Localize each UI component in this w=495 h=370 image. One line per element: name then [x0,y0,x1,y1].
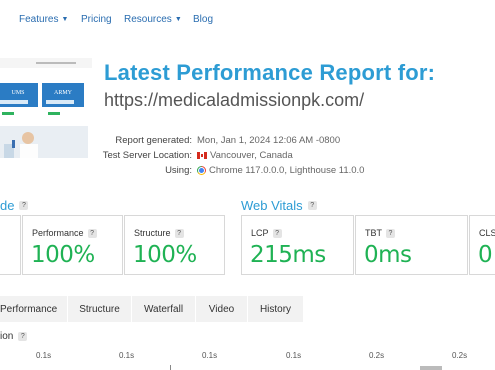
tab-performance[interactable]: Performance [0,296,68,322]
help-icon[interactable]: ? [386,228,395,238]
generated-label: Report generated: [115,135,192,146]
grade-heading: de ? [0,198,29,213]
nav-blog-label: Blog [193,14,214,25]
using-label: Using: [165,165,192,176]
site-screenshot-image: UMS ARMY [0,58,92,158]
location-label: Test Server Location: [102,150,192,161]
nav-resources[interactable]: Resources ▼ [124,14,182,25]
timeline-tick: 0.1s [286,351,302,360]
thumb-left-label: UMS [11,90,24,96]
waterfall-heading: ion ? [0,331,28,342]
using-value-wrap: Chrome 117.0.0.0, Lighthouse 11.0.0 [197,165,364,176]
report-meta: Report generated: Mon, Jan 1, 2024 12:06… [100,133,365,178]
top-nav: Features ▼ Pricing Resources ▼ Blog [0,0,495,42]
tbt-card: TBT ? 0ms [355,215,468,275]
help-icon[interactable]: ? [272,228,282,238]
cls-label: CLS [479,228,495,238]
waterfall-timeline: 0.1s 0.1s 0.1s 0.1s 0.2s 0.2s [0,348,495,370]
timeline-tick: 0.2s [452,351,468,360]
timeline-tick: 0.1s [36,351,52,360]
help-icon[interactable]: ? [87,228,97,238]
timeline-tick: 0.1s [202,351,218,360]
grade-card [0,215,21,275]
using-value: Chrome 117.0.0.0, Lighthouse 11.0.0 [209,165,365,176]
web-vitals-heading-label: Web Vitals [241,198,303,213]
tab-structure[interactable]: Structure [68,296,132,322]
chrome-icon [197,166,206,175]
performance-label: Performance [32,228,84,238]
web-vitals-heading: Web Vitals ? [241,198,317,213]
tbt-label: TBT [365,228,382,238]
canada-flag-icon [197,152,207,159]
meta-row-location: Test Server Location: Vancouver, Canada [100,148,364,163]
performance-label-wrap: Performance ? [32,228,97,238]
help-icon[interactable]: ? [18,332,28,341]
grade-heading-label: de [0,198,15,213]
cls-card: CLS 0 [469,215,495,275]
help-icon[interactable]: ? [19,201,29,210]
performance-card: Performance ? 100% [22,215,123,275]
timeline-tick: 0.1s [119,351,135,360]
structure-label: Structure [134,228,171,238]
help-icon[interactable]: ? [174,228,184,238]
waterfall-heading-label: ion [0,331,14,342]
site-thumbnail[interactable]: UMS ARMY [0,58,92,158]
meta-row-generated: Report generated: Mon, Jan 1, 2024 12:06… [100,133,364,148]
timeline-marker [170,365,171,370]
performance-value: 100% [31,242,95,268]
tbt-label-wrap: TBT ? [365,228,395,238]
chevron-down-icon: ▼ [174,16,182,23]
structure-label-wrap: Structure ? [134,228,184,238]
tab-waterfall[interactable]: Waterfall [132,296,196,322]
location-value-wrap: Vancouver, Canada [197,150,293,161]
report-url[interactable]: https://medicaladmissionpk.com/ [104,90,364,111]
nav-pricing-label: Pricing [81,14,112,25]
location-value: Vancouver, Canada [210,150,293,161]
meta-row-using: Using: Chrome 117.0.0.0, Lighthouse 11.0… [100,163,364,178]
report-title: Latest Performance Report for: [104,60,436,85]
lcp-label-wrap: LCP ? [251,228,282,238]
nav-blog[interactable]: Blog [193,14,213,25]
help-icon[interactable]: ? [307,201,317,210]
report-tabs: Performance Structure Waterfall Video Hi… [0,296,495,322]
nav-features-label: Features [19,14,59,25]
nav-pricing[interactable]: Pricing [81,14,112,25]
lcp-label: LCP [251,228,269,238]
cls-value: 0 [478,242,493,268]
cls-label-wrap: CLS [479,228,495,238]
nav-features[interactable]: Features ▼ [19,14,68,25]
chevron-down-icon: ▼ [61,16,69,23]
lcp-card: LCP ? 215ms [241,215,354,275]
thumb-right-label: ARMY [54,90,73,96]
lcp-value: 215ms [250,242,326,268]
structure-value: 100% [133,242,197,268]
tab-history[interactable]: History [248,296,304,322]
generated-value: Mon, Jan 1, 2024 12:06 AM -0800 [197,135,341,146]
tbt-value: 0ms [364,242,412,268]
nav-resources-label: Resources [124,14,172,25]
tab-video[interactable]: Video [196,296,248,322]
timeline-bar [420,366,442,370]
structure-card: Structure ? 100% [124,215,225,275]
timeline-tick: 0.2s [369,351,385,360]
